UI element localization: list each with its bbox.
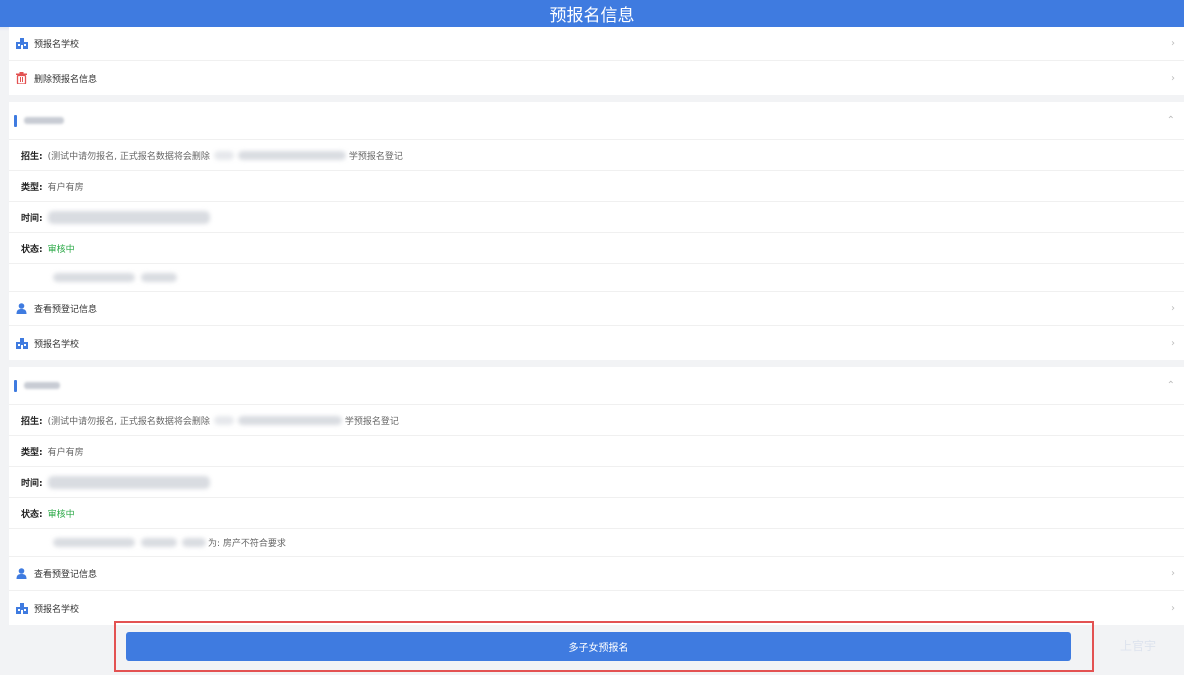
time-label: 时间: bbox=[21, 478, 43, 489]
type-row: 类型: 有户有房 bbox=[9, 171, 1184, 202]
status-row: 状态: 审核中 bbox=[9, 498, 1184, 529]
view-registration-row[interactable]: 查看预登记信息 › bbox=[9, 557, 1184, 591]
person-icon bbox=[15, 567, 28, 580]
accent-bar bbox=[14, 114, 17, 127]
delete-label: 删除预报名信息 bbox=[34, 74, 98, 85]
trash-icon bbox=[15, 72, 28, 85]
chevron-right-icon: › bbox=[1171, 602, 1175, 614]
highlight-box: 多子女预报名 bbox=[114, 621, 1094, 672]
school-icon bbox=[15, 37, 28, 50]
page-title: 预报名信息 bbox=[549, 6, 635, 26]
chevron-up-icon[interactable]: ⌃ bbox=[1167, 380, 1175, 391]
section-header[interactable]: ⌃ bbox=[9, 102, 1184, 140]
school-label: 预报名学校 bbox=[34, 339, 80, 350]
school-label: 预报名学校 bbox=[34, 604, 80, 615]
status-value: 审核中 bbox=[47, 244, 75, 255]
type-label: 类型: bbox=[21, 182, 43, 193]
enroll-suffix: 学预报名登记 bbox=[344, 416, 399, 427]
enroll-prefix: (测试中请勿报名, 正式报名数据将会删除 bbox=[47, 151, 210, 162]
review-note-row bbox=[9, 264, 1184, 292]
enroll-suffix: 学预报名登记 bbox=[348, 151, 403, 162]
page-header: 预报名信息 bbox=[0, 0, 1184, 31]
person-icon bbox=[15, 302, 28, 315]
delete-row[interactable]: 删除预报名信息 › bbox=[9, 61, 1184, 95]
school-row[interactable]: 预报名学校 › bbox=[9, 326, 1184, 360]
type-value: 有户有房 bbox=[47, 182, 84, 193]
view-registration-label: 查看预登记信息 bbox=[34, 570, 98, 580]
child-section-2: ⌃ 招生: (测试中请勿报名, 正式报名数据将会删除 学预报名登记 类型: 有户… bbox=[9, 367, 1184, 625]
redacted-text bbox=[237, 415, 342, 425]
accent-bar bbox=[14, 379, 17, 392]
enroll-row: 招生: (测试中请勿报名, 正式报名数据将会删除 学预报名登记 bbox=[9, 140, 1184, 171]
multi-child-preregister-button[interactable]: 多子女预报名 bbox=[126, 632, 1071, 661]
chevron-right-icon: › bbox=[1171, 568, 1175, 579]
status-label: 状态: bbox=[21, 244, 43, 255]
top-actions-card: 预报名学校 › 删除预报名信息 › bbox=[9, 27, 1184, 95]
redacted-time bbox=[47, 210, 210, 224]
school-icon bbox=[15, 602, 28, 615]
status-row: 状态: 审核中 bbox=[9, 233, 1184, 264]
status-value: 审核中 bbox=[47, 509, 75, 520]
time-label: 时间: bbox=[21, 213, 43, 224]
redacted-text bbox=[53, 538, 135, 547]
redacted-text bbox=[182, 538, 206, 547]
watermark: 上官宇 bbox=[1120, 639, 1157, 653]
enroll-prefix: (测试中请勿报名, 正式报名数据将会删除 bbox=[47, 416, 210, 427]
redacted-text bbox=[237, 150, 346, 160]
redacted-text bbox=[213, 150, 234, 160]
view-registration-label: 查看预登记信息 bbox=[34, 305, 98, 315]
redacted-text bbox=[141, 273, 177, 282]
main-content: 预报名学校 › 删除预报名信息 › ⌃ 招生: (测试中请勿报名, 正式报名数据… bbox=[9, 27, 1184, 625]
redacted-text bbox=[213, 415, 234, 425]
note-suffix: 为: 房产不符合要求 bbox=[208, 539, 286, 549]
child-name-blurred bbox=[24, 117, 64, 124]
enroll-label: 招生: bbox=[21, 151, 43, 162]
chevron-right-icon: › bbox=[1171, 337, 1175, 349]
type-label: 类型: bbox=[21, 447, 43, 458]
view-registration-row[interactable]: 查看预登记信息 › bbox=[9, 292, 1184, 326]
chevron-right-icon: › bbox=[1171, 303, 1175, 314]
time-row: 时间: bbox=[9, 467, 1184, 498]
status-label: 状态: bbox=[21, 509, 43, 520]
enroll-row: 招生: (测试中请勿报名, 正式报名数据将会删除 学预报名登记 bbox=[9, 405, 1184, 436]
redacted-text bbox=[53, 273, 135, 282]
enroll-label: 招生: bbox=[21, 416, 43, 427]
type-value: 有户有房 bbox=[47, 447, 84, 458]
school-label: 预报名学校 bbox=[34, 40, 80, 50]
section-header[interactable]: ⌃ bbox=[9, 367, 1184, 405]
chevron-right-icon: › bbox=[1171, 38, 1175, 49]
child-name-blurred bbox=[24, 382, 60, 389]
review-note-row: 为: 房产不符合要求 bbox=[9, 529, 1184, 557]
school-icon bbox=[15, 337, 28, 350]
type-row: 类型: 有户有房 bbox=[9, 436, 1184, 467]
school-row[interactable]: 预报名学校 › bbox=[9, 591, 1184, 625]
chevron-up-icon[interactable]: ⌃ bbox=[1167, 115, 1175, 126]
school-row[interactable]: 预报名学校 › bbox=[9, 27, 1184, 61]
time-row: 时间: bbox=[9, 202, 1184, 233]
redacted-time bbox=[47, 475, 210, 489]
child-section-1: ⌃ 招生: (测试中请勿报名, 正式报名数据将会删除 学预报名登记 类型: 有户… bbox=[9, 102, 1184, 360]
chevron-right-icon: › bbox=[1171, 72, 1175, 84]
redacted-text bbox=[141, 538, 177, 547]
